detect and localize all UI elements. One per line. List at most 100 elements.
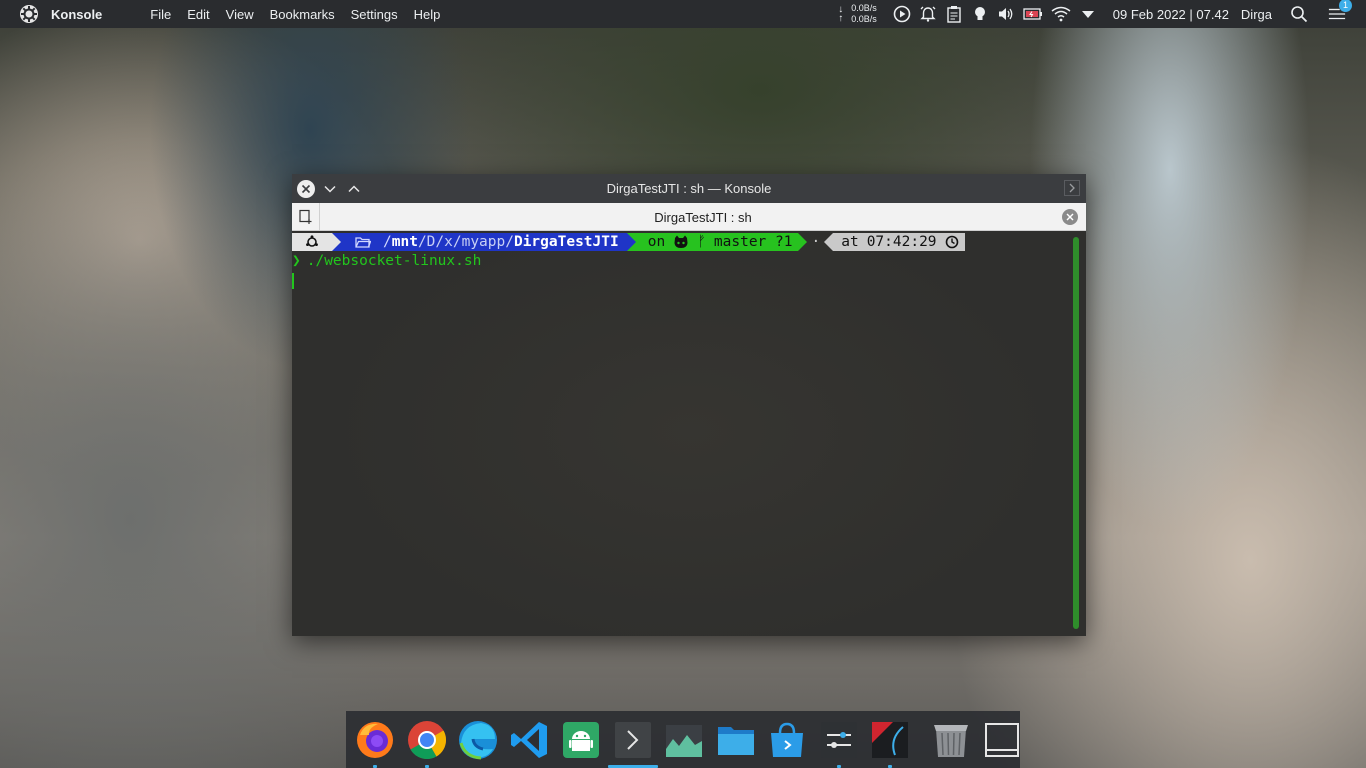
wifi-icon[interactable]	[1051, 5, 1071, 23]
android-studio-icon	[563, 721, 599, 758]
window-title: DirgaTestJTI : sh — Konsole	[606, 181, 772, 196]
search-icon[interactable]	[1290, 5, 1308, 23]
window-maximize-button[interactable]	[345, 180, 363, 198]
top-panel: Konsole File Edit View Bookmarks Setting…	[0, 0, 1366, 28]
dock-vscode[interactable]	[509, 718, 551, 762]
dock-discover[interactable]	[766, 718, 808, 762]
dock-ide[interactable]	[869, 718, 911, 768]
konsole-icon	[614, 721, 651, 758]
notification-count-badge: 1	[1339, 0, 1352, 12]
clipboard-icon[interactable]	[945, 5, 963, 23]
dock-edge[interactable]	[457, 718, 499, 762]
alarm-icon[interactable]	[919, 5, 937, 23]
text-cursor	[292, 273, 294, 289]
prompt-separator	[332, 233, 341, 251]
clock[interactable]: 09 Feb 2022 | 07.42	[1113, 7, 1229, 22]
prompt-gap-dot: ·	[811, 234, 821, 250]
shell-prompt: / mnt/D/x/myapp/DirgaTestJTI on ᚠ master …	[292, 233, 965, 251]
terminal-scrollbar[interactable]	[1073, 237, 1079, 629]
window-close-button[interactable]	[297, 179, 315, 198]
chevron-right-icon	[1069, 183, 1075, 193]
dock-chrome[interactable]	[406, 718, 448, 768]
net-arrows-icon: ↓ ↑	[838, 4, 844, 24]
expand-tray-icon[interactable]	[1079, 5, 1097, 23]
tab-bar: DirgaTestJTI : sh	[292, 202, 1086, 231]
menu-help[interactable]: Help	[414, 7, 441, 22]
active-app-name: Konsole	[51, 6, 103, 22]
path-mnt: mnt	[391, 234, 418, 250]
os-logo-icon	[306, 235, 318, 247]
prompt-git-segment: on ᚠ master ?1	[635, 233, 799, 251]
network-speed-widget[interactable]: ↓ ↑ 0.0B/s 0.0B/s	[838, 3, 877, 25]
path-root: /	[383, 234, 392, 250]
notifications-icon[interactable]: 1	[1328, 0, 1352, 23]
tab-close-button[interactable]	[1062, 209, 1078, 225]
battery-icon[interactable]	[1023, 5, 1043, 23]
git-branch-status: master ?1	[713, 234, 793, 250]
dock-archive[interactable]	[930, 718, 972, 762]
close-icon	[1066, 213, 1074, 221]
active-indicator	[607, 764, 658, 768]
dock-file-manager[interactable]	[715, 718, 757, 762]
window-icon	[985, 722, 1019, 757]
chevron-down-icon	[324, 185, 336, 193]
konsole-window: DirgaTestJTI : sh — Konsole DirgaTestJTI…	[292, 174, 1086, 636]
firefox-icon	[357, 721, 393, 758]
ide-icon	[872, 721, 908, 758]
prompt-separator	[824, 233, 834, 251]
app-launcher-button[interactable]	[18, 3, 40, 25]
command-line: ❯ ./websocket-linux.sh	[292, 253, 481, 269]
dock-konsole[interactable]	[607, 718, 658, 768]
volume-icon[interactable]	[997, 5, 1015, 23]
timer-icon[interactable]	[893, 5, 911, 23]
dock	[346, 711, 1020, 768]
tab-title[interactable]: DirgaTestJTI : sh	[320, 210, 1086, 225]
menu-bookmarks[interactable]: Bookmarks	[270, 7, 335, 22]
system-tray: ↓ ↑ 0.0B/s 0.0B/s 09 Feb 2022 | 07.42 Di…	[838, 0, 1366, 28]
new-tab-button[interactable]	[292, 202, 320, 231]
menu-file[interactable]: File	[150, 7, 171, 22]
prompt-time-segment: at 07:42:29	[833, 233, 965, 251]
prompt-time: 07:42:29	[866, 234, 937, 250]
discover-icon	[771, 722, 803, 757]
vscode-icon	[510, 721, 547, 758]
time-prefix: at	[841, 234, 859, 250]
dock-show-desktop[interactable]	[981, 718, 1023, 762]
dock-system-monitor[interactable]	[663, 718, 705, 762]
net-down-speed: 0.0B/s	[851, 3, 877, 13]
terminal-view[interactable]: / mnt/D/x/myapp/DirgaTestJTI on ᚠ master …	[292, 231, 1086, 636]
running-indicator	[836, 764, 841, 768]
edge-icon	[459, 720, 497, 759]
file-manager-icon	[717, 726, 754, 755]
chevron-up-icon	[348, 184, 360, 192]
running-indicator	[888, 764, 892, 768]
github-icon	[674, 235, 688, 248]
dock-firefox[interactable]	[354, 718, 396, 768]
running-indicator	[373, 764, 377, 768]
clock-icon	[945, 235, 958, 249]
system-monitor-icon	[666, 724, 702, 757]
menu-edit[interactable]: Edit	[187, 7, 209, 22]
close-icon	[301, 184, 311, 193]
prompt-char: ❯	[292, 253, 301, 269]
prompt-separator	[798, 233, 808, 251]
prompt-os-segment	[292, 233, 332, 251]
window-titlebar[interactable]: DirgaTestJTI : sh — Konsole	[292, 174, 1086, 203]
archive-icon	[933, 724, 968, 757]
dock-settings[interactable]	[818, 718, 860, 768]
dock-android-studio[interactable]	[560, 718, 602, 762]
settings-icon	[820, 721, 857, 758]
running-indicator	[424, 764, 429, 768]
net-up-speed: 0.0B/s	[851, 14, 877, 24]
chrome-icon	[407, 720, 446, 759]
path-current-dir: DirgaTestJTI	[513, 234, 619, 250]
menu-settings[interactable]: Settings	[351, 7, 398, 22]
git-on-label: on	[647, 234, 666, 250]
menu-view[interactable]: View	[226, 7, 254, 22]
window-minimize-button[interactable]	[321, 180, 339, 198]
lightbulb-icon[interactable]	[971, 5, 989, 23]
folder-icon	[355, 237, 371, 248]
username[interactable]: Dirga	[1241, 7, 1272, 22]
prompt-path-segment: / mnt/D/x/myapp/DirgaTestJTI	[341, 233, 627, 251]
window-menu-button[interactable]	[1064, 180, 1080, 196]
